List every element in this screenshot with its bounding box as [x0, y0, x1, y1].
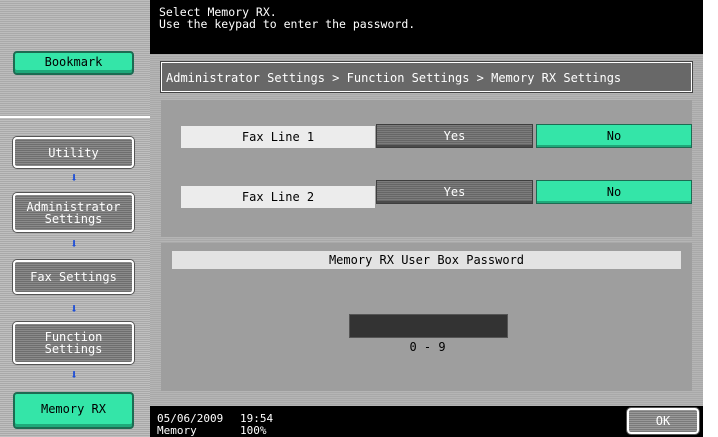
nav-fax-settings-button[interactable]: Fax Settings	[13, 260, 134, 294]
nav-function-settings-label: Function Settings	[44, 330, 103, 356]
nav-memory-rx-label: Memory RX	[40, 402, 107, 416]
fax-line-panel: Fax Line 1 Yes No Fax Line 2 Yes No	[161, 100, 692, 237]
left-panel: Bookmark Utility ⬇ Administrator Setting…	[0, 0, 150, 437]
memory-value: 100%	[240, 424, 267, 437]
nav-administrator-settings-button[interactable]: Administrator Settings	[13, 193, 134, 232]
password-input[interactable]	[349, 314, 508, 338]
status-time: 19:54	[240, 412, 274, 425]
fax-line-1-label: Fax Line 1	[181, 126, 375, 148]
password-range-hint: 0 - 9	[409, 340, 446, 354]
status-date: 05/06/2009	[157, 412, 224, 425]
fax-line-2-yes-button[interactable]: Yes	[376, 180, 533, 204]
message-line-2: Use the keypad to enter the password.	[159, 17, 416, 31]
message-area: Select Memory RX. Use the keypad to ente…	[150, 0, 703, 54]
main-panel: Administrator Settings > Function Settin…	[150, 54, 703, 406]
down-arrow-icon: ⬇	[70, 237, 78, 252]
down-arrow-icon: ⬇	[70, 368, 78, 383]
nav-utility-label: Utility	[48, 145, 99, 160]
nav-function-settings-button[interactable]: Function Settings	[13, 322, 134, 364]
fax-line-2-label: Fax Line 2	[181, 186, 375, 208]
screen: Bookmark Utility ⬇ Administrator Setting…	[0, 0, 703, 437]
settings-path: Administrator Settings > Function Settin…	[161, 62, 692, 92]
fax-line-1-yes-button[interactable]: Yes	[376, 124, 533, 148]
nav-fax-settings-label: Fax Settings	[30, 270, 117, 284]
nav-administrator-settings-label: Administrator Settings	[26, 199, 121, 226]
password-title: Memory RX User Box Password	[172, 251, 681, 269]
nav-utility-button[interactable]: Utility	[13, 137, 134, 168]
down-arrow-icon: ⬇	[70, 302, 78, 317]
fax-line-1-no-button[interactable]: No	[536, 124, 692, 148]
nav-memory-rx-button[interactable]: Memory RX	[13, 392, 134, 429]
fax-line-2-no-button[interactable]: No	[536, 180, 692, 204]
bookmark-button[interactable]: Bookmark	[13, 51, 134, 75]
password-panel: Memory RX User Box Password 0 - 9	[161, 243, 692, 391]
status-bar: 05/06/2009 19:54 Memory 100% OK	[150, 406, 703, 437]
memory-label: Memory	[157, 424, 197, 437]
down-arrow-icon: ⬇	[70, 171, 78, 186]
ok-button[interactable]: OK	[627, 408, 699, 434]
